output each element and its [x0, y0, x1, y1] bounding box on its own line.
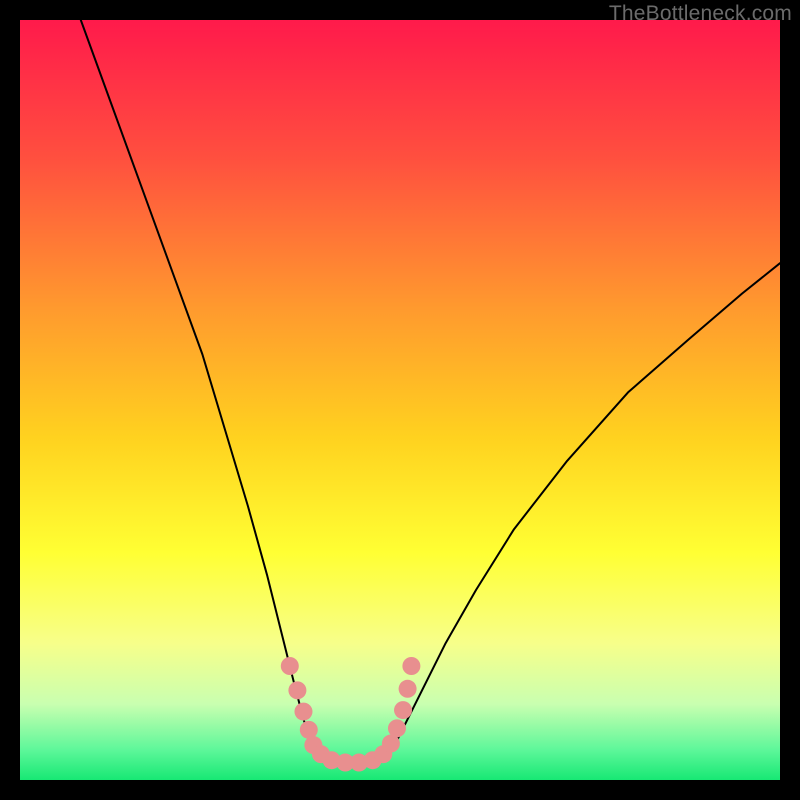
marker-marker-band-left: [294, 703, 312, 721]
chart-background: [20, 20, 780, 780]
marker-marker-band-right: [402, 657, 420, 675]
watermark-text: TheBottleneck.com: [609, 2, 792, 26]
marker-marker-band-left: [288, 681, 306, 699]
marker-marker-band-left: [281, 657, 299, 675]
marker-marker-band-right: [399, 680, 417, 698]
marker-marker-band-right: [388, 719, 406, 737]
marker-marker-band-right: [394, 701, 412, 719]
marker-marker-band-left: [300, 721, 318, 739]
chart-svg: [20, 20, 780, 780]
chart-frame: [20, 20, 780, 780]
